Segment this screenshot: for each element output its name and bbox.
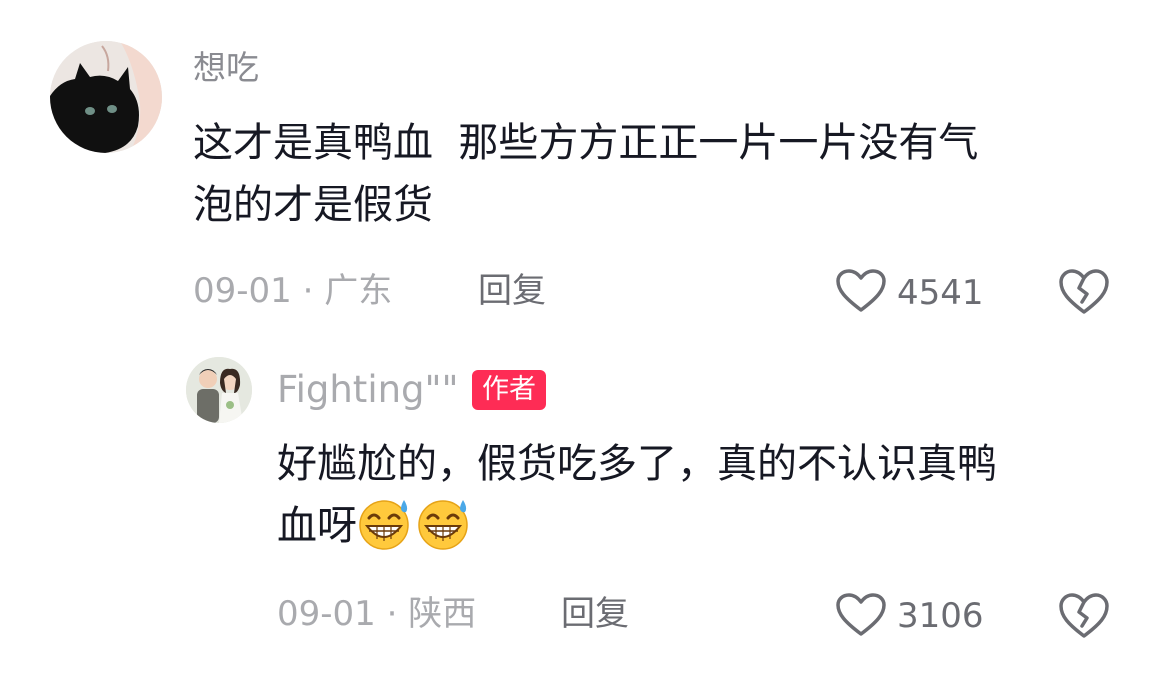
comment-date-location: 09-01 · 广东: [193, 271, 393, 311]
grinning-sweat-emoji: [416, 496, 471, 551]
heart-outline-icon[interactable]: [835, 268, 887, 314]
reply-button[interactable]: 回复: [561, 597, 629, 631]
reply-text-line: 好尴尬的，假货吃多了，真的不认识真鸭: [277, 441, 997, 487]
like-count: 4541: [897, 273, 984, 313]
reply-date-location: 09-01 · 陕西: [277, 594, 477, 634]
avatar[interactable]: [50, 41, 162, 153]
grinning-sweat-emoji: [357, 496, 412, 551]
heart-outline-icon[interactable]: [835, 592, 887, 638]
avatar-couple-image: [186, 357, 252, 423]
reply-text-line-2: 血呀: [277, 495, 1137, 557]
comment-text: 这才是真鸭血 那些方方正正一片一片没有气 泡的才是假货: [193, 112, 1123, 236]
reply-button[interactable]: 回复: [478, 274, 546, 308]
comment-text-line: 泡的才是假货: [193, 182, 433, 228]
reply-avatar[interactable]: [186, 357, 252, 423]
reply-text: 好尴尬的，假货吃多了，真的不认识真鸭 血呀: [277, 433, 1137, 557]
broken-heart-icon[interactable]: [1058, 592, 1110, 640]
comment-username[interactable]: 想吃: [193, 51, 259, 84]
reply-text-fragment: 血呀: [277, 503, 357, 549]
comment-text-line: 这才是真鸭血 那些方方正正一片一片没有气: [193, 120, 979, 166]
reply-username[interactable]: Fighting"": [277, 371, 459, 408]
like-count: 3106: [897, 596, 984, 636]
author-badge: 作者: [472, 370, 546, 410]
broken-heart-icon[interactable]: [1058, 268, 1110, 316]
avatar-cat-image: [50, 41, 162, 153]
